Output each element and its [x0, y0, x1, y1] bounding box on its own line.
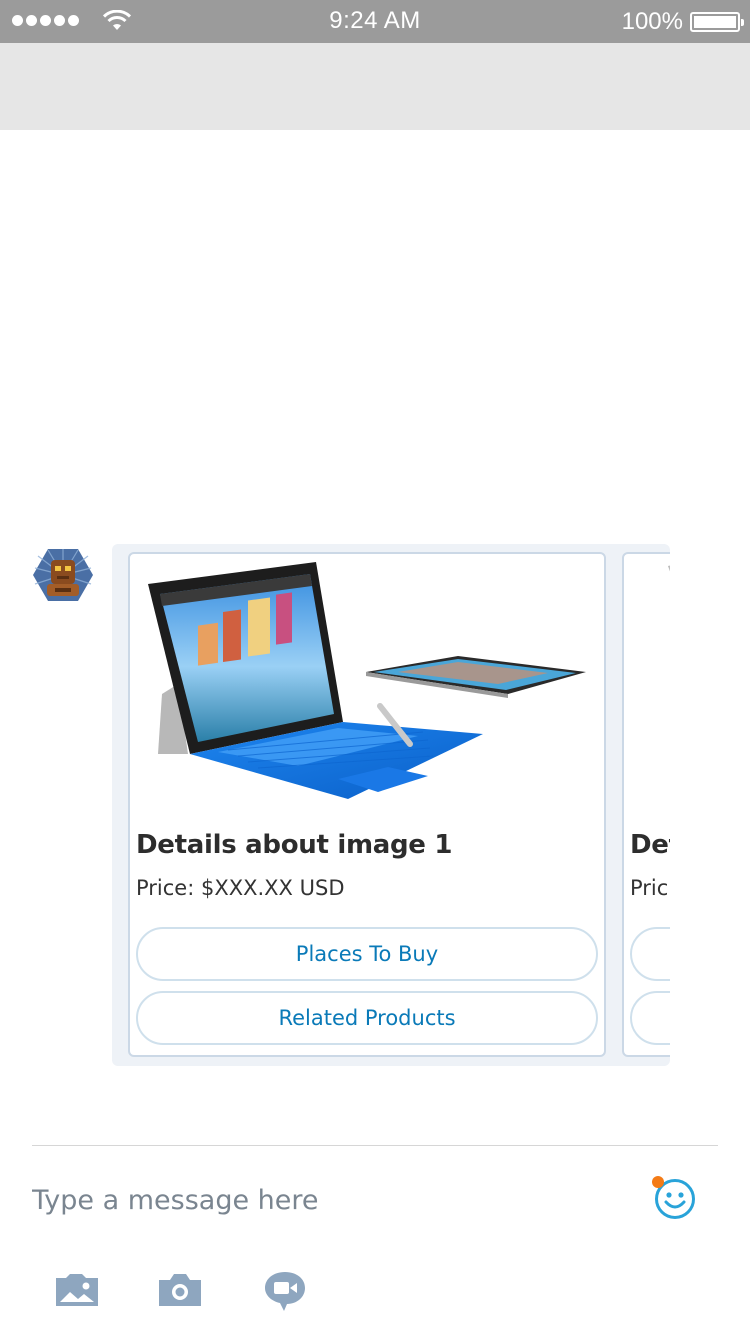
battery-percentage: 100%: [621, 8, 683, 35]
emoji-icon[interactable]: [648, 1172, 700, 1224]
card-action-button[interactable]: [630, 991, 670, 1045]
related-products-button[interactable]: Related Products: [136, 991, 598, 1045]
surface-tablet-image: [148, 562, 586, 799]
video-call-icon[interactable]: [260, 1268, 310, 1312]
surface-device-image: [668, 565, 670, 572]
battery-icon: [690, 12, 744, 32]
status-bar: 9:24 AM 100%: [0, 0, 750, 43]
card-title: Det: [630, 830, 670, 860]
card-price: Price: $XXX.XX USD: [136, 876, 345, 900]
camera-icon[interactable]: [155, 1268, 205, 1312]
product-card: Det Pric: [622, 552, 670, 1057]
card-title: Details about image 1: [136, 830, 453, 860]
message-input[interactable]: [32, 1178, 592, 1222]
navigation-bar: [0, 43, 750, 130]
bot-avatar-icon: [33, 549, 93, 601]
places-to-buy-button[interactable]: Places To Buy: [136, 927, 598, 981]
composer-divider: [32, 1145, 718, 1146]
card-price: Pric: [630, 876, 669, 900]
gallery-icon[interactable]: [52, 1268, 102, 1312]
card-carousel[interactable]: Details about image 1 Price: $XXX.XX USD…: [112, 544, 670, 1066]
card-action-button[interactable]: [630, 927, 670, 981]
product-card: Details about image 1 Price: $XXX.XX USD…: [128, 552, 606, 1057]
